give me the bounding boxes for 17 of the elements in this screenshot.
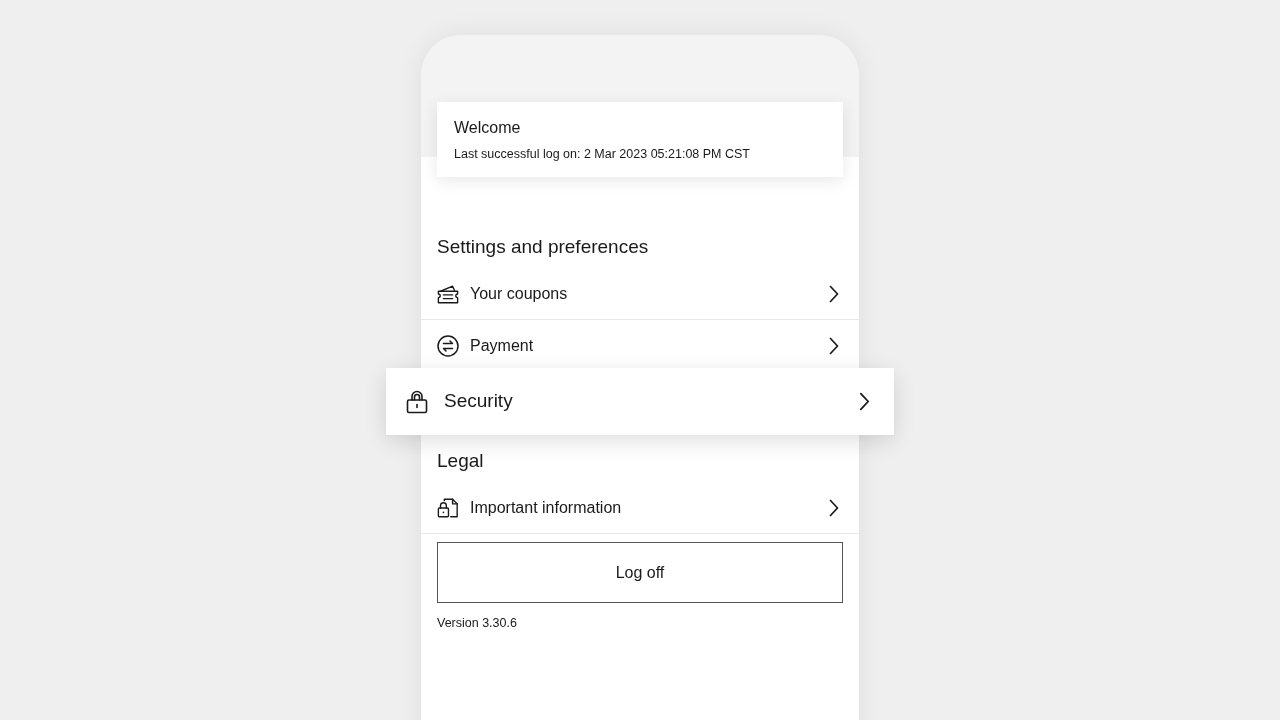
logoff-button[interactable]: Log off	[437, 542, 843, 603]
menu-row[interactable]: Your coupons	[421, 268, 859, 320]
version-text: Version 3.30.6	[436, 615, 518, 631]
menu-row[interactable]: Security	[386, 368, 894, 435]
padlock-icon	[406, 389, 428, 414]
menu-row[interactable]: Important information	[421, 482, 859, 534]
exchange-arrows-icon	[437, 334, 459, 357]
section-heading: Settings and preferences	[436, 235, 650, 259]
welcome-title: Welcome	[454, 118, 522, 138]
chevron-right-icon	[859, 392, 870, 411]
chevron-right-icon	[829, 284, 839, 303]
chevron-right-icon	[829, 498, 839, 517]
chevron-right-icon	[829, 336, 839, 355]
ticket-icon	[437, 282, 459, 305]
section-heading: Legal	[436, 449, 485, 473]
last-logon-text: Last successful log on: 2 Mar 2023 05:21:08 PM CST	[454, 146, 751, 162]
document-lock-icon	[437, 496, 459, 519]
